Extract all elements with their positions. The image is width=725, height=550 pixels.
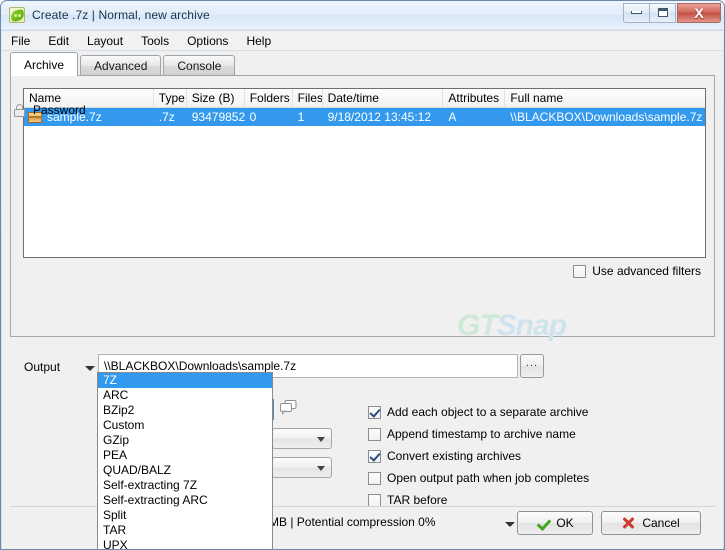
split-volume-combo[interactable] [272,457,332,478]
dropdown-option-sfx-7z[interactable]: Self-extracting 7Z [98,478,272,493]
dropdown-option-tar[interactable]: TAR [98,523,272,538]
status-dropdown-icon[interactable] [505,522,515,527]
ok-button-label: OK [556,516,574,530]
cell-fullname: \\BLACKBOX\Downloads\sample.7z [510,110,703,124]
maximize-icon [657,8,668,17]
cell-folders: 0 [249,110,257,124]
close-button[interactable]: X [677,2,721,23]
file-list-header: Name Type Size (B) Folders Files Date/ti… [24,89,705,108]
menu-item-tools[interactable]: Tools [132,32,178,50]
dropdown-option-bzip2[interactable]: BZip2 [98,403,272,418]
option-tar-before-checkbox[interactable] [368,493,381,507]
output-label: Output [24,360,61,374]
close-icon: X [694,4,704,21]
cell-attributes: A [448,110,457,124]
cell-datetime: 9/18/2012 13:45:12 [327,110,432,124]
cancel-button[interactable]: Cancel [601,511,701,535]
option-open-output-path-label: Open output path when job completes [387,471,590,485]
compression-status-text: MB | Potential compression 0% [269,515,436,529]
dropdown-option-7z[interactable]: 7Z [98,373,272,388]
column-header-size[interactable]: Size (B) [187,89,245,107]
tab-archive[interactable]: Archive [10,52,79,76]
menu-item-layout[interactable]: Layout [78,32,132,50]
window-title: Create .7z | Normal, new archive [32,8,210,22]
column-header-folders[interactable]: Folders [245,89,293,107]
password-button[interactable]: Password [14,103,86,117]
chevron-down-icon [317,437,325,442]
option-add-each-object-checkbox[interactable] [368,405,381,419]
title-bar: Create .7z | Normal, new archive X [1,1,724,29]
dropdown-option-gzip[interactable]: GZip [98,433,272,448]
minimize-button[interactable] [623,2,650,23]
cancel-button-label: Cancel [642,516,680,530]
dropdown-option-arc[interactable]: ARC [98,388,272,403]
dropdown-option-upx[interactable]: UPX [98,538,272,549]
menu-bar: File Edit Layout Tools Options Help [2,30,723,51]
tab-strip: Archive Advanced Console [10,52,237,76]
option-convert-existing-checkbox[interactable] [368,449,381,463]
close-x-icon [622,517,635,530]
column-header-fullname[interactable]: Full name [505,89,705,107]
column-header-type[interactable]: Type [154,89,187,107]
column-header-datetime[interactable]: Date/time [323,89,444,107]
menu-item-file[interactable]: File [2,32,39,50]
window-controls: X [623,2,721,23]
column-header-attributes[interactable]: Attributes [443,89,506,107]
archive-format-dropdown-list[interactable]: 7Z ARC BZip2 Custom GZip PEA QUAD/BALZ S… [97,372,273,549]
dropdown-option-sfx-arc[interactable]: Self-extracting ARC [98,493,272,508]
dropdown-option-custom[interactable]: Custom [98,418,272,433]
cell-type: .7z [158,110,175,124]
table-row[interactable]: sample.7z .7z 93479852 0 1 9/18/2012 13:… [24,108,705,126]
ok-button[interactable]: OK [517,511,593,535]
compression-level-combo[interactable] [272,428,332,449]
option-open-output-path[interactable]: Open output path when job completes [368,467,698,489]
option-append-timestamp-checkbox[interactable] [368,427,381,441]
dropdown-option-split[interactable]: Split [98,508,272,523]
option-append-timestamp-label: Append timestamp to archive name [387,427,576,441]
archive-tab-panel: Name Type Size (B) Folders Files Date/ti… [10,75,715,337]
dropdown-option-quad-balz[interactable]: QUAD/BALZ [98,463,272,478]
cell-size: 93479852 [191,110,245,124]
option-convert-existing[interactable]: Convert existing archives [368,445,698,467]
use-advanced-filters-row[interactable]: Use advanced filters [573,264,701,278]
create-archive-window: Create .7z | Normal, new archive X File … [0,0,725,550]
menu-item-help[interactable]: Help [237,32,280,50]
option-tar-before-label: TAR before [387,493,448,507]
peazip-icon [9,7,25,23]
chevron-down-icon [317,466,325,471]
option-open-output-path-checkbox[interactable] [368,471,381,485]
option-add-each-object-label: Add each object to a separate archive [387,405,589,419]
option-convert-existing-label: Convert existing archives [387,449,522,463]
cell-files: 1 [297,110,305,124]
column-header-files[interactable]: Files [293,89,323,107]
tab-advanced[interactable]: Advanced [80,55,162,76]
file-list[interactable]: Name Type Size (B) Folders Files Date/ti… [23,88,706,258]
tab-console[interactable]: Console [163,55,236,76]
use-advanced-filters-checkbox[interactable] [573,264,587,278]
dropdown-option-pea[interactable]: PEA [98,448,272,463]
minimize-icon [631,11,642,14]
menu-item-options[interactable]: Options [178,32,237,50]
checkmark-icon [536,517,549,530]
archive-comment-icon[interactable] [280,400,297,415]
option-add-each-object[interactable]: Add each object to a separate archive [368,401,698,423]
browse-button[interactable]: ... [520,354,544,378]
use-advanced-filters-label: Use advanced filters [592,264,701,278]
password-label: Password [33,103,86,117]
lock-icon [14,103,25,117]
archive-options-list: Add each object to a separate archive Ap… [368,401,698,511]
maximize-button[interactable] [649,2,676,23]
option-append-timestamp[interactable]: Append timestamp to archive name [368,423,698,445]
menu-item-edit[interactable]: Edit [39,32,78,50]
output-history-dropdown-icon[interactable] [85,366,95,371]
